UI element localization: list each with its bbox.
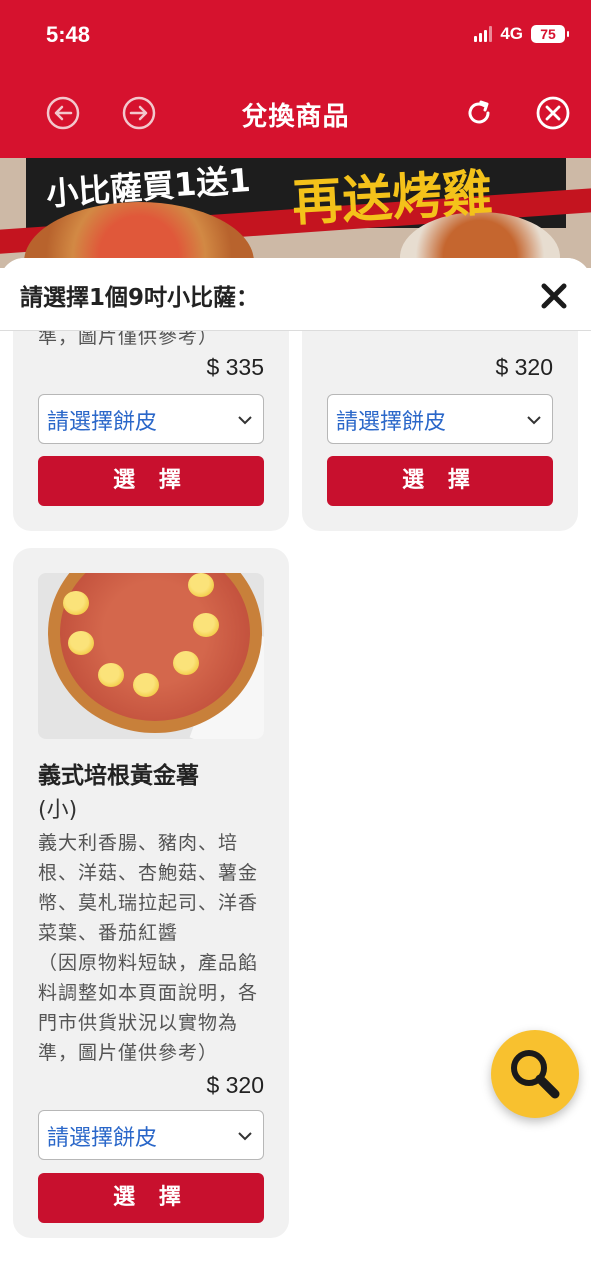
status-time: 5:48: [46, 22, 91, 47]
chevron-down-icon: [238, 416, 252, 425]
chevron-down-icon: [527, 416, 541, 425]
promo-banner: 小比薩買1送1 再送烤雞: [0, 158, 591, 268]
product-name: 義式培根黃金薯: [38, 763, 199, 789]
crust-select-label: 請選擇餅皮: [47, 410, 158, 435]
product-card: 義式培根黃金薯 (小) 義大利香腸、豬肉、培 根、洋菇、杏鮑菇、薯金 幣、莫札瑞…: [13, 548, 289, 1238]
sheet-title: 請選擇1個9吋小比薩：: [20, 285, 260, 311]
chevron-down-icon: [238, 1132, 252, 1141]
page-title: 兌換商品: [241, 102, 350, 132]
crust-select[interactable]: 請選擇餅皮: [38, 1110, 264, 1160]
select-button[interactable]: 選 擇: [38, 456, 264, 506]
close-icon[interactable]: [540, 282, 568, 310]
network-label: 4G: [500, 24, 523, 43]
product-price: $ 320: [495, 354, 553, 380]
crust-select[interactable]: 請選擇餅皮: [38, 394, 264, 444]
sheet-header: 請選擇1個9吋小比薩：: [0, 258, 591, 331]
search-button[interactable]: [491, 1030, 579, 1118]
product-description: 義大利香腸、豬肉、培 根、洋菇、杏鮑菇、薯金 幣、莫札瑞拉起司、洋香 菜葉、番茄…: [38, 832, 259, 1064]
select-button[interactable]: 選 擇: [38, 1173, 264, 1223]
product-price: $ 320: [206, 1072, 264, 1098]
status-indicators: 4G 75: [474, 24, 569, 44]
battery-icon: 75: [531, 25, 569, 43]
refresh-icon[interactable]: [462, 96, 496, 130]
crust-select[interactable]: 請選擇餅皮: [327, 394, 553, 444]
crust-select-label: 請選擇餅皮: [47, 1126, 158, 1151]
search-icon: [511, 1050, 560, 1099]
signal-icon: [474, 26, 493, 42]
banner-text-right: 再送烤雞: [290, 163, 494, 233]
selection-sheet: 請選擇1個9吋小比薩： 準，圖片僅供參考） $ 335 請選擇餅皮 選 擇 $ …: [0, 258, 591, 1280]
app-header: 5:48 4G 75 兌換商品: [0, 0, 591, 158]
close-circle-icon[interactable]: [536, 96, 570, 130]
battery-level: 75: [540, 26, 556, 42]
product-price: $ 335: [206, 354, 264, 380]
crust-select-label: 請選擇餅皮: [336, 410, 447, 435]
product-image: [38, 573, 264, 739]
select-button[interactable]: 選 擇: [327, 456, 553, 506]
product-size: (小): [38, 798, 78, 823]
